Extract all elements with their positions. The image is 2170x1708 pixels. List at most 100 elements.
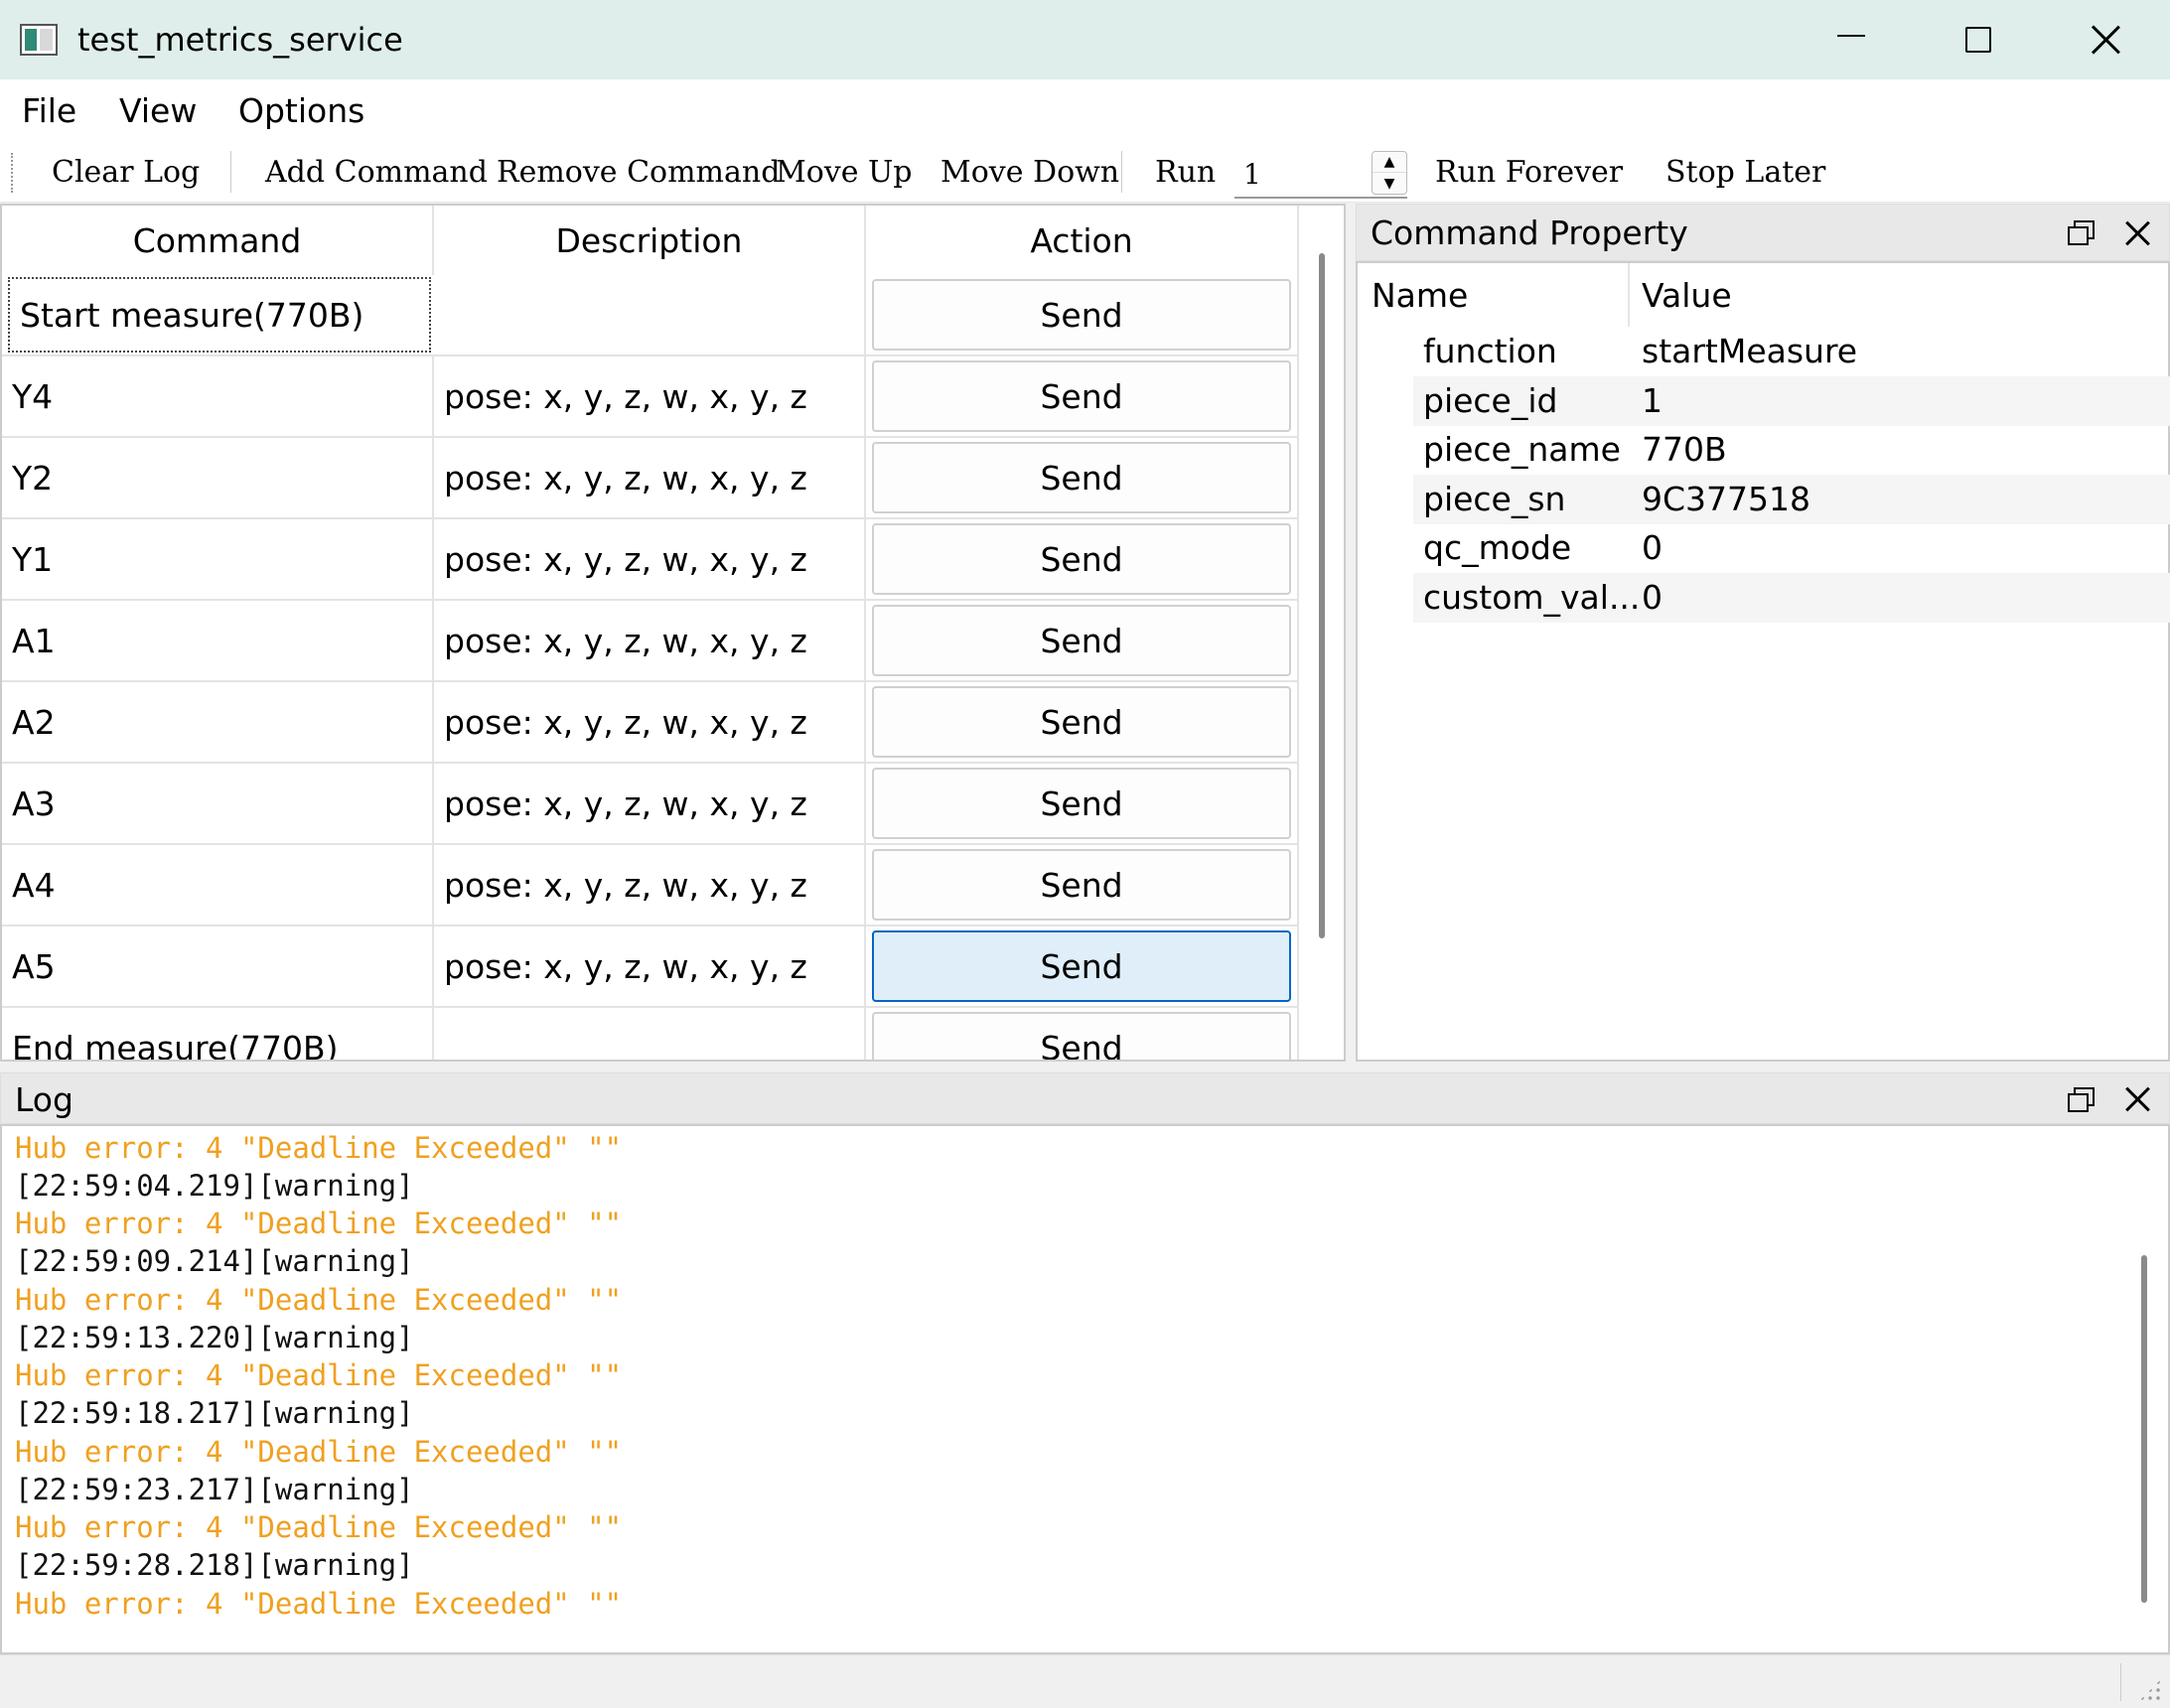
send-button[interactable]: Send [872,686,1291,758]
menu-file[interactable]: File [22,89,76,133]
header-command[interactable]: Command [2,206,434,275]
close-icon[interactable] [2124,220,2150,246]
table-scrollbar[interactable] [1319,253,1325,938]
toolbar-separator [1121,151,1122,193]
command-cell[interactable]: End measure(770B) [2,1008,434,1060]
toolbar-separator [230,151,231,193]
run-count-spinbox[interactable]: 1 ▲ ▼ [1234,149,1407,199]
description-cell[interactable]: pose: x, y, z, w, x, y, z [434,519,866,599]
spin-up-icon[interactable]: ▲ [1373,152,1406,173]
description-cell[interactable]: pose: x, y, z, w, x, y, z [434,682,866,762]
header-description[interactable]: Description [434,206,866,275]
send-button[interactable]: Send [872,360,1291,432]
description-cell[interactable] [434,1008,866,1060]
stop-later-button[interactable]: Stop Later [1665,153,1825,193]
send-button[interactable]: Send [872,849,1291,921]
send-button[interactable]: Send [872,442,1291,513]
command-cell[interactable]: Y1 [2,519,434,599]
table-row[interactable]: A4 pose: x, y, z, w, x, y, z Send [2,845,1299,926]
command-cell[interactable]: Y4 [2,356,434,436]
property-tree: Name Value function startMeasure piece_i… [1356,261,2170,1062]
command-cell[interactable]: A2 [2,682,434,762]
log-title-bar[interactable]: Log [0,1072,2170,1124]
menu-options[interactable]: Options [238,89,364,133]
send-button[interactable]: Send [872,605,1291,676]
dock-title-bar[interactable]: Command Property [1356,204,2170,261]
description-cell[interactable]: pose: x, y, z, w, x, y, z [434,845,866,925]
table-row[interactable]: A2 pose: x, y, z, w, x, y, z Send [2,682,1299,764]
description-cell[interactable]: pose: x, y, z, w, x, y, z [434,926,866,1006]
property-row[interactable]: function startMeasure [1413,327,2170,376]
toolbar-handle[interactable] [11,153,15,193]
send-button[interactable]: Send [872,1012,1291,1060]
log-line: Hub error: 4 "Deadline Exceeded" "" [15,1358,623,1392]
command-cell[interactable]: A1 [2,601,434,680]
log-line: Hub error: 4 "Deadline Exceeded" "" [15,1587,623,1621]
property-value[interactable]: 770B [1642,429,1727,471]
move-down-button[interactable]: Move Down [940,153,1119,193]
command-cell[interactable]: Y2 [2,438,434,517]
description-cell[interactable]: pose: x, y, z, w, x, y, z [434,438,866,517]
property-row[interactable]: qc_mode 0 [1413,523,2170,573]
log-output[interactable]: Hub error: 4 "Deadline Exceeded" "" [22:… [0,1124,2170,1654]
table-row[interactable]: Start measure(770B) Send [2,275,1299,356]
table-row[interactable]: A5 pose: x, y, z, w, x, y, z Send [2,926,1299,1008]
command-cell[interactable]: A3 [2,764,434,843]
log-scrollbar[interactable] [2141,1255,2147,1603]
send-button[interactable]: Send [872,768,1291,839]
table-row[interactable]: Y4 pose: x, y, z, w, x, y, z Send [2,356,1299,438]
property-value[interactable]: 9C377518 [1642,479,1810,520]
table-row[interactable]: A3 pose: x, y, z, w, x, y, z Send [2,764,1299,845]
spinbox-buttons: ▲ ▼ [1372,151,1407,195]
send-button[interactable]: Send [872,279,1291,351]
float-icon[interactable] [2068,1087,2095,1112]
float-icon[interactable] [2068,220,2095,245]
description-cell[interactable]: pose: x, y, z, w, x, y, z [434,356,866,436]
spin-down-icon[interactable]: ▼ [1373,173,1406,194]
add-command-button[interactable]: Add Command [265,153,488,193]
property-value[interactable]: startMeasure [1642,331,1857,372]
table-row[interactable]: Y2 pose: x, y, z, w, x, y, z Send [2,438,1299,519]
property-row[interactable]: piece_id 1 [1413,376,2170,426]
log-line: [22:59:13.220][warning] [15,1321,414,1354]
table-row[interactable]: Y1 pose: x, y, z, w, x, y, z Send [2,519,1299,601]
property-value[interactable]: 1 [1642,380,1663,422]
property-row[interactable]: piece_name 770B [1413,425,2170,475]
run-count-value: 1 [1243,158,1261,191]
log-title: Log [15,1080,73,1119]
run-button[interactable]: Run [1155,153,1216,193]
menu-view[interactable]: View [119,89,197,133]
send-button[interactable]: Send [872,523,1291,595]
close-button[interactable] [2042,0,2169,79]
action-cell: Send [866,275,1299,355]
log-line: [22:59:09.214][warning] [15,1244,414,1278]
command-cell[interactable]: A5 [2,926,434,1006]
property-name: custom_val... [1423,578,1641,617]
description-cell[interactable] [434,275,866,355]
property-row[interactable]: custom_val... 0 [1413,573,2170,623]
maximize-button[interactable] [1915,0,2042,79]
table-row[interactable]: End measure(770B) Send [2,1008,1299,1060]
table-row[interactable]: A1 pose: x, y, z, w, x, y, z Send [2,601,1299,682]
description-cell[interactable]: pose: x, y, z, w, x, y, z [434,764,866,843]
command-cell[interactable]: Start measure(770B) [8,277,431,353]
close-icon[interactable] [2124,1086,2150,1112]
resize-grip-icon[interactable] [2138,1678,2162,1702]
header-name[interactable]: Name [1358,263,1630,327]
description-cell[interactable]: pose: x, y, z, w, x, y, z [434,601,866,680]
command-cell[interactable]: A4 [2,845,434,925]
menu-bar: File View Options [0,79,2170,141]
move-up-button[interactable]: Move Up [776,153,913,193]
property-row[interactable]: piece_sn 9C377518 [1413,475,2170,524]
property-name: function [1423,332,1557,370]
run-forever-button[interactable]: Run Forever [1435,153,1623,193]
minimize-button[interactable] [1788,0,1915,79]
header-action[interactable]: Action [866,206,1299,275]
header-value[interactable]: Value [1630,263,2166,327]
remove-command-button[interactable]: Remove Command [497,153,780,193]
app-icon [20,24,58,56]
property-value[interactable]: 0 [1642,527,1663,569]
property-value[interactable]: 0 [1642,577,1663,619]
send-button[interactable]: Send [872,930,1291,1002]
clear-log-button[interactable]: Clear Log [52,153,200,193]
